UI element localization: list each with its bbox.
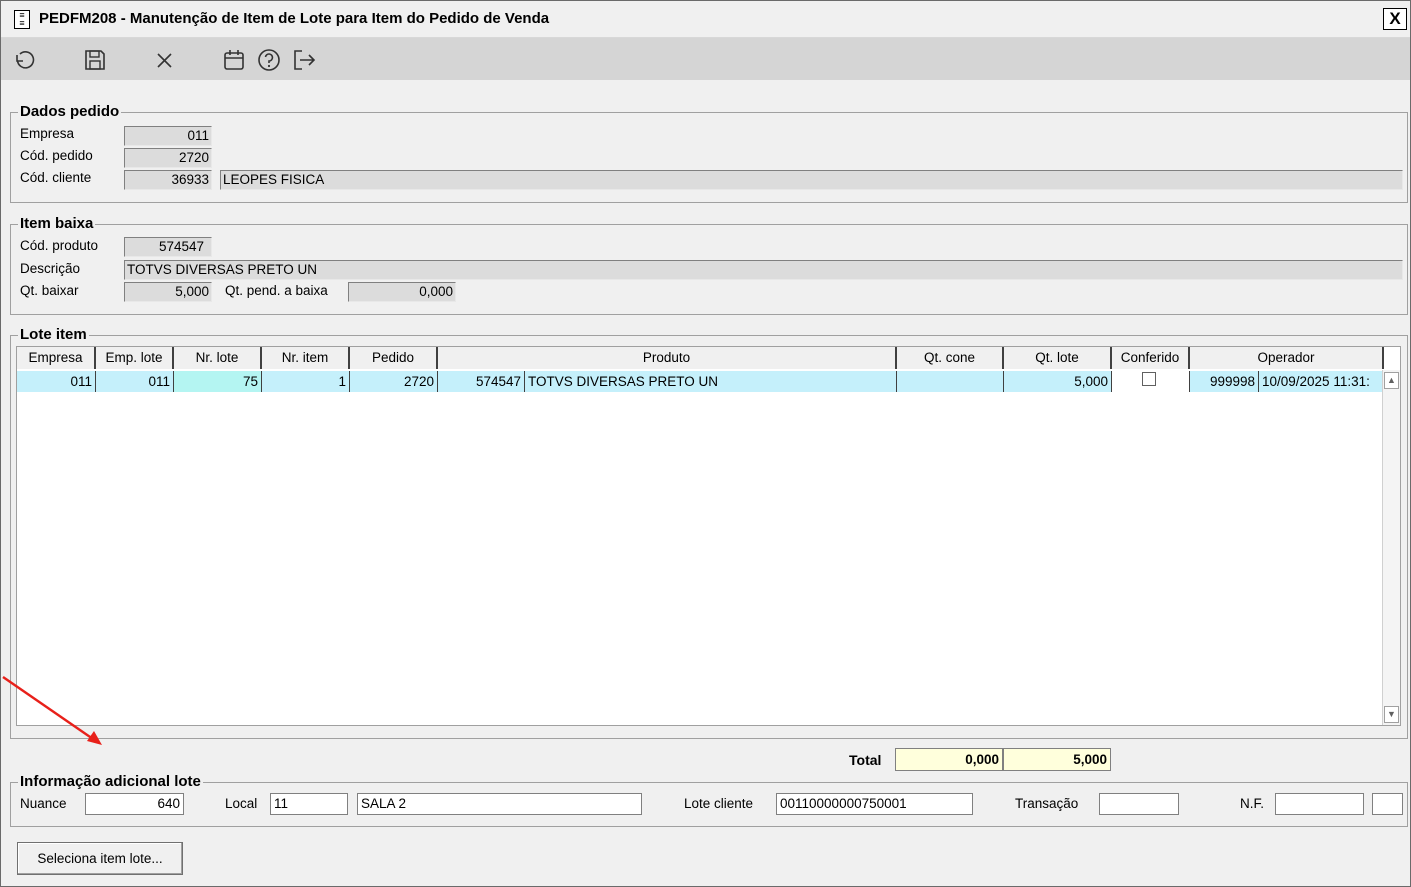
nf-serie-field[interactable] [1372, 793, 1403, 815]
cliente-nome-field: LEOPES FISICA [220, 170, 1403, 190]
scroll-up-icon[interactable]: ▲ [1384, 372, 1399, 389]
local-code-field[interactable]: 11 [270, 793, 348, 815]
qt-baixar-field: 5,000 [124, 282, 212, 302]
cell-qt-cone[interactable] [897, 371, 1004, 392]
col-header-qt-lote[interactable]: Qt. lote [1004, 347, 1112, 369]
cod-pedido-field: 2720 [124, 148, 212, 168]
cod-cliente-label: Cód. cliente [20, 170, 92, 185]
conferido-checkbox[interactable] [1142, 372, 1156, 386]
cell-emp-lote[interactable]: 011 [96, 371, 174, 392]
col-header-operador[interactable]: Operador [1190, 347, 1384, 369]
cod-pedido-label: Cód. pedido [20, 148, 93, 163]
cod-produto-field: 574547 [124, 237, 212, 257]
lote-item-grid[interactable]: Empresa Emp. lote Nr. lote Nr. item Pedi… [16, 346, 1401, 726]
empresa-label: Empresa [20, 126, 75, 141]
col-header-emp-lote[interactable]: Emp. lote [96, 347, 174, 369]
qt-pend-label: Qt. pend. a baixa [225, 283, 328, 298]
lote-cliente-label: Lote cliente [684, 796, 754, 811]
lote-cliente-field[interactable]: 00110000000750001 [776, 793, 973, 815]
dados-pedido-title: Dados pedido [18, 102, 122, 122]
scroll-down-icon[interactable]: ▼ [1384, 706, 1399, 723]
col-header-produto[interactable]: Produto [438, 347, 897, 369]
nuance-field[interactable]: 640 [85, 793, 184, 815]
close-button[interactable]: X [1383, 8, 1407, 30]
undo-icon[interactable] [11, 47, 37, 73]
grid-vertical-scrollbar[interactable]: ▲ ▼ [1382, 370, 1400, 725]
qt-baixar-label: Qt. baixar [20, 283, 79, 298]
annotation-arrow-icon [2, 676, 102, 745]
local-label: Local [225, 796, 258, 811]
descricao-label: Descrição [20, 261, 81, 276]
cell-empresa[interactable]: 011 [17, 371, 96, 392]
info-adicional-title: Informação adicional lote [18, 772, 203, 792]
total-label: Total [849, 752, 882, 768]
col-header-qt-cone[interactable]: Qt. cone [897, 347, 1004, 369]
title-bar: ≡ ≡ PEDFM208 - Manutenção de Item de Lote… [1, 1, 1410, 38]
total-qt-cone-field: 0,000 [895, 748, 1003, 771]
lote-item-title: Lote item [18, 325, 89, 345]
cell-produto-descricao[interactable]: TOTVS DIVERSAS PRETO UN [525, 371, 897, 392]
cancel-icon[interactable] [152, 47, 178, 73]
nf-label: N.F. [1240, 796, 1265, 811]
nf-field[interactable] [1275, 793, 1364, 815]
cell-produto-codigo[interactable]: 574547 [438, 371, 525, 392]
col-header-nr-item[interactable]: Nr. item [262, 347, 350, 369]
cell-nr-lote[interactable]: 75 [174, 371, 262, 392]
document-icon: ≡ ≡ [14, 10, 30, 29]
exit-icon[interactable] [291, 47, 317, 73]
cell-operador-codigo[interactable]: 999998 [1190, 371, 1259, 392]
empresa-field: 011 [124, 126, 212, 146]
help-icon[interactable] [256, 47, 282, 73]
main-window: ≡ ≡ PEDFM208 - Manutenção de Item de Lote… [0, 0, 1411, 887]
seleciona-item-lote-button[interactable]: Seleciona item lote... [17, 842, 183, 875]
col-header-empresa[interactable]: Empresa [17, 347, 96, 369]
descricao-field: TOTVS DIVERSAS PRETO UN [124, 260, 1403, 280]
cell-operador-data[interactable]: 10/09/2025 11:31: [1259, 371, 1384, 392]
cod-cliente-field: 36933 [124, 170, 212, 190]
cell-pedido[interactable]: 2720 [350, 371, 438, 392]
transacao-field[interactable] [1099, 793, 1179, 815]
item-baixa-title: Item baixa [18, 214, 96, 234]
calendar-icon[interactable] [221, 47, 247, 73]
cod-produto-label: Cód. produto [20, 238, 99, 253]
col-header-pedido[interactable]: Pedido [350, 347, 438, 369]
transacao-label: Transação [1015, 796, 1079, 811]
nuance-label: Nuance [20, 796, 67, 811]
save-icon[interactable] [82, 47, 108, 73]
toolbar [1, 38, 1410, 80]
window-title: PEDFM208 - Manutenção de Item de Lote pa… [39, 10, 550, 27]
qt-pend-field: 0,000 [348, 282, 456, 302]
local-name-field[interactable]: SALA 2 [357, 793, 642, 815]
col-header-nr-lote[interactable]: Nr. lote [174, 347, 262, 369]
cell-qt-lote[interactable]: 5,000 [1004, 371, 1112, 392]
total-qt-lote-field: 5,000 [1003, 748, 1111, 771]
col-header-conferido[interactable]: Conferido [1112, 347, 1190, 369]
cell-nr-item[interactable]: 1 [262, 371, 350, 392]
